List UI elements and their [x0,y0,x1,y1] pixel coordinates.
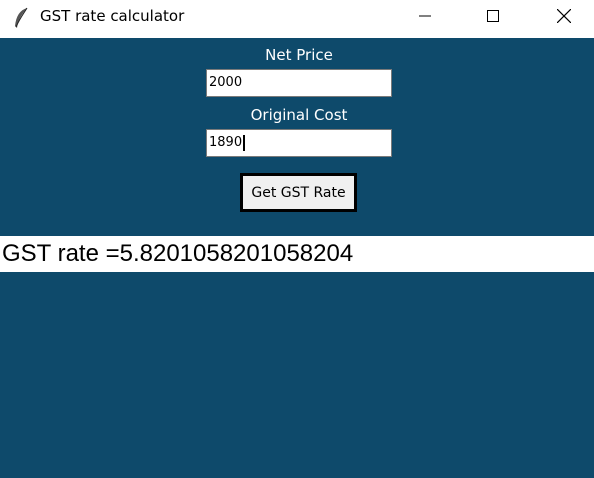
net-price-label: Net Price [265,46,333,64]
original-cost-label: Original Cost [250,106,348,124]
close-icon [557,9,571,23]
window-title: GST rate calculator [40,7,185,25]
minimize-button[interactable] [402,0,448,32]
text-caret [243,134,246,151]
net-price-value: 2000 [209,75,243,90]
minimize-icon [419,15,431,17]
app-window-body: Net Price 2000 Original Cost 1890 Get GS… [0,38,594,478]
close-button[interactable] [541,0,587,32]
feather-icon [12,7,30,29]
get-gst-rate-button[interactable]: Get GST Rate [240,173,357,212]
gst-result-display: GST rate =5.8201058201058204 [0,236,594,272]
maximize-icon [487,10,499,22]
maximize-button[interactable] [470,0,516,32]
original-cost-input[interactable]: 1890 [206,129,392,157]
title-bar: GST rate calculator [0,0,594,38]
original-cost-value: 1890 [209,135,243,150]
net-price-input[interactable]: 2000 [206,69,392,97]
